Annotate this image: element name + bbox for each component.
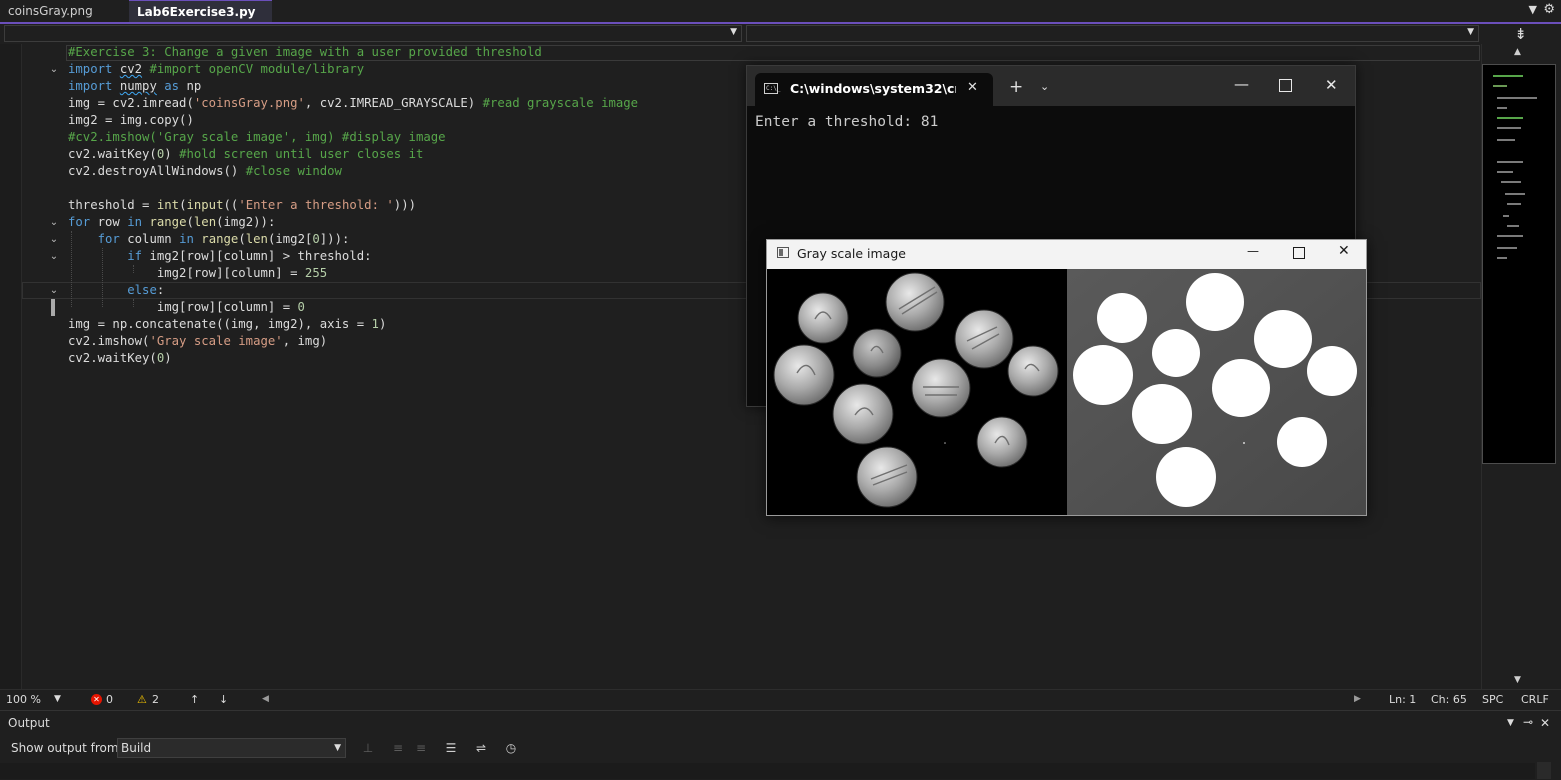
scroll-right-icon[interactable]: ▶ <box>1354 692 1361 707</box>
code-line: img2[row][column] = 255 <box>68 266 328 280</box>
code-line: import cv2 #import openCV module/library <box>68 62 365 76</box>
code-line: cv2.imshow('Gray scale image', img) <box>68 334 328 348</box>
pin-icon[interactable]: ⊸ <box>1523 715 1533 729</box>
member-dropdown[interactable]: ▼ <box>746 25 1479 42</box>
tab-label: coinsGray.png <box>8 4 93 18</box>
maximize-icon[interactable] <box>1293 247 1305 259</box>
chevron-down-icon[interactable]: ▼ <box>54 692 61 707</box>
change-tracking-marker <box>51 299 55 316</box>
code-line: img2 = img.copy() <box>68 113 194 127</box>
code-line: #cv2.imshow('Gray scale image', img) #di… <box>68 130 446 144</box>
arrow-down-icon[interactable]: ↓ <box>219 692 228 707</box>
word-wrap-icon[interactable]: ⇌ <box>473 740 489 756</box>
code-line: img[row][column] = 0 <box>68 300 305 314</box>
image-window-title: Gray scale image <box>797 246 906 261</box>
coins-image <box>767 269 1366 515</box>
new-tab-icon[interactable]: + <box>1009 77 1023 97</box>
error-icon[interactable]: ✕ <box>91 694 102 705</box>
code-line: cv2.waitKey(0) <box>68 351 172 365</box>
output-source-value: Build <box>121 741 152 755</box>
output-scrollbar[interactable] <box>1537 762 1551 779</box>
show-output-from-label: Show output from: <box>11 741 123 755</box>
code-line: threshold = int(input(('Enter a threshol… <box>68 198 417 212</box>
arrow-up-icon[interactable]: ↑ <box>190 692 199 707</box>
chevron-down-icon[interactable]: ⌄ <box>48 234 60 246</box>
close-icon[interactable]: ✕ <box>1325 76 1338 94</box>
tab-lab6exercise3-py[interactable]: Lab6Exercise3.py ⊸ ✕ <box>129 0 272 41</box>
clear-all-icon[interactable]: ☰ <box>443 740 459 756</box>
chevron-down-icon[interactable]: ⌄ <box>48 285 60 297</box>
editor-margin <box>0 44 22 689</box>
chevron-down-icon: ▼ <box>1467 27 1474 37</box>
console-output[interactable]: Enter a threshold: 81 <box>755 114 938 130</box>
editor-status-bar: 100 % ▼ ✕ 0 ⚠ 2 ↑ ↓ ◀ ▶ Ln: 1 Ch: 65 SPC… <box>0 689 1561 709</box>
minimize-icon[interactable]: — <box>1247 244 1259 258</box>
find-message-icon[interactable]: ⊥ <box>360 740 376 756</box>
chevron-down-icon[interactable]: ⌄ <box>48 251 60 263</box>
terminal-icon: C:\_ <box>764 83 781 94</box>
previous-message-icon[interactable]: ≡ <box>390 740 406 756</box>
code-line: if img2[row][column] > threshold: <box>127 249 372 263</box>
code-line: for column in range(len(img2[0])): <box>97 232 350 246</box>
document-tab-strip: coinsGray.png Lab6Exercise3.py ⊸ ✕ ▼ ⚙ <box>0 0 1561 41</box>
close-icon[interactable]: ✕ <box>1540 716 1550 730</box>
scroll-left-icon[interactable]: ◀ <box>262 692 269 707</box>
code-line: img = np.concatenate((img, img2), axis =… <box>68 317 387 331</box>
warning-icon[interactable]: ⚠ <box>137 692 147 707</box>
cmd-tab-title: C:\windows\system32\cmd.exe <box>790 81 956 96</box>
timestamps-icon[interactable]: ◷ <box>503 740 519 756</box>
next-message-icon[interactable]: ≡ <box>413 740 429 756</box>
chevron-down-icon[interactable]: ▼ <box>1507 718 1514 728</box>
code-line: import numpy as np <box>68 79 202 93</box>
code-line: cv2.waitKey(0) #hold screen until user c… <box>68 147 424 161</box>
error-count[interactable]: 0 <box>106 692 113 707</box>
close-icon[interactable]: ✕ <box>967 80 978 95</box>
code-line: img = cv2.imread('coinsGray.png', cv2.IM… <box>68 96 639 110</box>
tab-label: Lab6Exercise3.py <box>137 5 256 19</box>
scope-dropdown[interactable]: ▼ <box>4 25 742 42</box>
navigation-bar: ▼ ▼ <box>0 24 1561 44</box>
code-line: else: <box>127 283 165 297</box>
chevron-down-icon[interactable]: ▼ <box>1529 3 1537 16</box>
output-panel-title: Output <box>8 716 50 730</box>
tab-coinsgray-png[interactable]: coinsGray.png <box>0 0 128 22</box>
char-number[interactable]: Ch: 65 <box>1431 692 1467 707</box>
window-icon <box>777 247 789 258</box>
maximize-icon[interactable] <box>1279 79 1292 92</box>
output-text-area[interactable] <box>0 763 1535 779</box>
code-line: #Exercise 3: Change a given image with a… <box>68 45 542 59</box>
code-line: cv2.destroyAllWindows() #close window <box>68 164 342 178</box>
chevron-down-icon[interactable]: ⌄ <box>48 217 60 229</box>
line-ending[interactable]: CRLF <box>1521 692 1549 707</box>
chevron-down-icon: ▼ <box>334 743 341 753</box>
chevron-down-icon: ▼ <box>730 27 737 37</box>
scroll-up-arrow-icon[interactable]: ▲ <box>1514 47 1521 57</box>
warning-count[interactable]: 2 <box>152 692 159 707</box>
chevron-down-icon[interactable]: ⌄ <box>48 64 60 76</box>
scroll-down-arrow-icon[interactable]: ▼ <box>1514 675 1521 685</box>
minimize-icon[interactable]: — <box>1234 75 1249 93</box>
zoom-level[interactable]: 100 % <box>6 692 41 707</box>
gear-icon[interactable]: ⚙ <box>1543 2 1555 17</box>
minimap-viewport[interactable] <box>1482 64 1556 464</box>
line-number[interactable]: Ln: 1 <box>1389 692 1416 707</box>
split-editor-icon[interactable]: ⇟ <box>1514 25 1527 43</box>
close-icon[interactable]: ✕ <box>1338 243 1350 259</box>
code-line: for row in range(len(img2)): <box>68 215 276 229</box>
output-source-select[interactable]: Build ▼ <box>117 738 346 758</box>
whitespace-mode[interactable]: SPC <box>1482 692 1503 707</box>
chevron-down-icon[interactable]: ⌄ <box>1040 80 1049 93</box>
